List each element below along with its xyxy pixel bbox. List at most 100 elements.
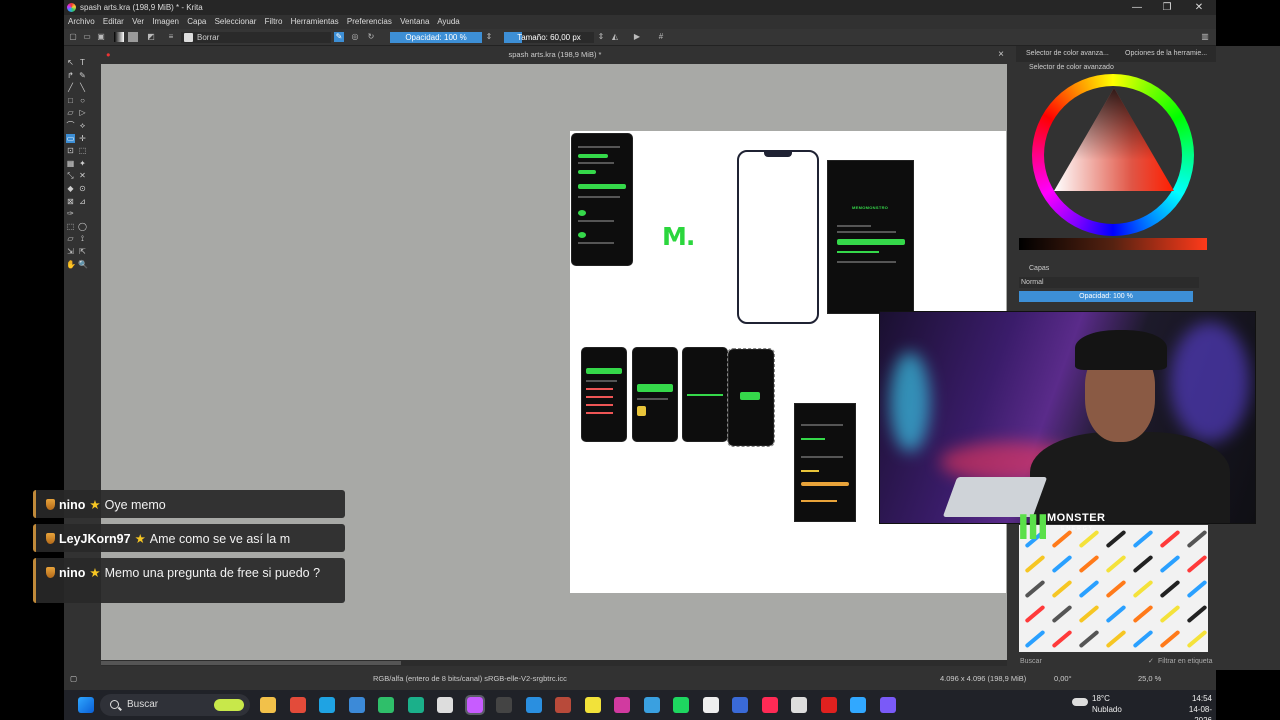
- obs-icon[interactable]: [791, 697, 807, 713]
- brush-preset-icon[interactable]: [1051, 629, 1073, 649]
- photoshop-icon[interactable]: [850, 697, 866, 713]
- menu-ver[interactable]: Ver: [132, 17, 144, 26]
- brush-preset-icon[interactable]: [1132, 579, 1154, 599]
- krita-icon[interactable]: [464, 695, 485, 715]
- freehand-tool-icon[interactable]: ╲: [78, 83, 87, 92]
- freehand-path-tool-icon[interactable]: ⟡: [78, 121, 87, 130]
- menu-preferencias[interactable]: Preferencias: [347, 17, 392, 26]
- brush-preset-icon[interactable]: [1105, 554, 1127, 574]
- unity-icon[interactable]: [437, 697, 453, 713]
- similar-select-tool-icon[interactable]: ⇱: [78, 247, 87, 256]
- menu-seleccionar[interactable]: Seleccionar: [215, 17, 257, 26]
- mirror-horizontal-icon[interactable]: ◭: [610, 32, 620, 42]
- blend-mode-select[interactable]: Normal: [1019, 277, 1199, 288]
- opacity-slider[interactable]: Opacidad: 100 %: [390, 32, 482, 43]
- multibrush-tool-icon[interactable]: ✑: [66, 209, 75, 218]
- brush-preset-icon[interactable]: [1132, 604, 1154, 624]
- notes-icon[interactable]: [584, 697, 601, 713]
- brush-preset-icon[interactable]: [1159, 604, 1181, 624]
- menu-capa[interactable]: Capa: [187, 17, 206, 26]
- tab-tool-options[interactable]: Opciones de la herramie...: [1125, 46, 1207, 62]
- brush-preset-icon[interactable]: [1105, 579, 1127, 599]
- scrollbar-thumb[interactable]: [101, 661, 401, 665]
- vscode-icon[interactable]: [525, 697, 542, 713]
- polygon-select-tool-icon[interactable]: ▱: [66, 234, 75, 243]
- menu-imagen[interactable]: Imagen: [152, 17, 179, 26]
- ellipse-select-tool-icon[interactable]: ◯: [78, 222, 87, 231]
- pattern-icon[interactable]: [128, 32, 138, 42]
- outline-select-tool-icon[interactable]: ⟟: [78, 234, 87, 243]
- taskbar-search[interactable]: Buscar: [100, 694, 250, 716]
- horizontal-scrollbar[interactable]: [101, 660, 1007, 666]
- polygon-tool-icon[interactable]: ▱: [66, 108, 75, 117]
- brush-preset-icon[interactable]: [1132, 554, 1154, 574]
- tiktok-icon[interactable]: [761, 697, 778, 713]
- minimize-button[interactable]: —: [1122, 0, 1152, 15]
- app-magenta-icon[interactable]: [614, 697, 630, 713]
- line-tool-icon[interactable]: ╱: [66, 83, 75, 92]
- brush-preset-icon[interactable]: [1186, 604, 1208, 624]
- document-tab-title[interactable]: spash arts.kra (198,9 MiB) *: [509, 50, 602, 59]
- open-folder-icon[interactable]: ▭: [82, 32, 92, 42]
- brush-preset-icon[interactable]: [1159, 629, 1181, 649]
- size-spin-icon[interactable]: ⇕: [596, 32, 606, 42]
- chrome-icon[interactable]: [289, 697, 306, 713]
- perspective-tool-icon[interactable]: ⊿: [78, 197, 87, 206]
- layer-opacity-slider[interactable]: Opacidad: 100 %: [1019, 291, 1193, 302]
- menu-editar[interactable]: Editar: [103, 17, 124, 26]
- menu-archivo[interactable]: Archivo: [68, 17, 95, 26]
- brush-preset-icon[interactable]: [1078, 604, 1100, 624]
- contiguous-select-tool-icon[interactable]: ⇲: [66, 247, 75, 256]
- reference-tool-icon[interactable]: ✕: [78, 171, 87, 180]
- wrap-around-icon[interactable]: #: [656, 32, 666, 42]
- app-teal-icon[interactable]: [407, 697, 424, 713]
- menu-filtro[interactable]: Filtro: [265, 17, 283, 26]
- brush-preset-icon[interactable]: [1024, 554, 1046, 574]
- brush-preset-icon[interactable]: [1051, 579, 1073, 599]
- dock-toggle-icon[interactable]: ▥: [1200, 32, 1210, 42]
- transform-tool-icon[interactable]: ⊡: [66, 146, 75, 155]
- save-icon[interactable]: ▣: [96, 32, 106, 42]
- brush-preset-selector[interactable]: Borrar: [181, 32, 331, 43]
- eraser-mode-icon[interactable]: ✎: [334, 32, 344, 42]
- measure-tool-icon[interactable]: ⤡: [66, 171, 75, 180]
- brush-preset-icon[interactable]: [1132, 629, 1154, 649]
- brush-preset-icon[interactable]: [1105, 604, 1127, 624]
- brush-preset-icon[interactable]: [1186, 629, 1208, 649]
- status-zoom[interactable]: 25,0 %: [1138, 670, 1161, 688]
- edit-shapes-tool-icon[interactable]: ↱: [66, 71, 75, 80]
- winrar-icon[interactable]: [555, 697, 571, 713]
- brush-preset-icon[interactable]: [1051, 554, 1073, 574]
- size-slider[interactable]: Tamaño: 60,00 px: [504, 32, 594, 43]
- brush-preset-icon[interactable]: [1159, 579, 1181, 599]
- app-dark-icon[interactable]: [496, 697, 512, 713]
- file-explorer-icon[interactable]: [260, 697, 276, 713]
- spotify-icon[interactable]: [673, 697, 689, 713]
- 4k-video-icon[interactable]: [732, 697, 748, 713]
- brush-preset-icon[interactable]: [1024, 604, 1046, 624]
- taskbar-clock[interactable]: 14:54 14-08-2026: [1174, 693, 1212, 720]
- close-document-button[interactable]: ×: [998, 46, 1004, 64]
- brush-preset-icon[interactable]: [1186, 529, 1208, 549]
- smart-patch-tool-icon[interactable]: ⊠: [66, 197, 75, 206]
- brush-preset-icon[interactable]: [1051, 604, 1073, 624]
- color-history-strip[interactable]: [1019, 238, 1207, 250]
- opacity-spin-icon[interactable]: ⇕: [484, 32, 494, 42]
- brush-preset-icon[interactable]: [1078, 554, 1100, 574]
- brush-preset-icon[interactable]: [1159, 554, 1181, 574]
- whatsapp-like-icon[interactable]: [879, 697, 896, 713]
- bezier-tool-icon[interactable]: ⌒: [66, 121, 75, 130]
- maximize-button[interactable]: ❐: [1152, 0, 1182, 15]
- menu-ayuda[interactable]: Ayuda: [437, 17, 460, 26]
- text-tool-icon[interactable]: T: [78, 58, 87, 67]
- rectangle-tool-icon[interactable]: □: [66, 96, 75, 105]
- brush-preset-icon[interactable]: [1078, 579, 1100, 599]
- brush-preset-icon[interactable]: [1132, 529, 1154, 549]
- capcut-icon[interactable]: [702, 697, 719, 713]
- pan-tool-icon[interactable]: ✋: [66, 260, 76, 269]
- rect-select-tool-icon[interactable]: ⬚: [66, 222, 75, 231]
- calligraphy-tool-icon[interactable]: ✎: [78, 71, 87, 80]
- move-tool-icon[interactable]: ✛: [78, 134, 87, 143]
- select-shapes-tool-icon[interactable]: ↖: [66, 58, 75, 67]
- crop-tool-icon[interactable]: ▭: [66, 133, 75, 143]
